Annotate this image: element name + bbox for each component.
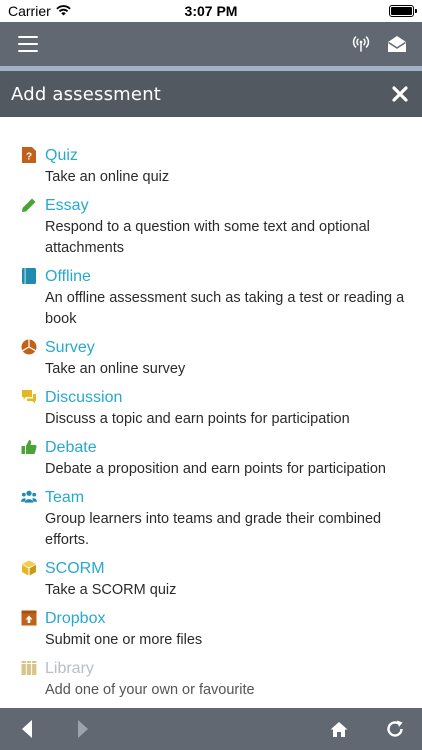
item-title[interactable]: Essay: [45, 195, 406, 217]
item-description: Discuss a topic and earn points for part…: [45, 411, 350, 427]
wifi-icon: [56, 3, 71, 19]
list-item-debate[interactable]: Debate Debate a proposition and earn poi…: [0, 437, 422, 480]
dropbox-icon: [21, 610, 37, 626]
back-arrow-icon[interactable]: [14, 716, 40, 742]
list-item-scorm[interactable]: SCORM Take a SCORM quiz: [0, 558, 422, 601]
status-bar: Carrier 3:07 PM: [0, 0, 422, 22]
item-description: Take an online survey: [45, 361, 186, 377]
chat-bubbles-icon: [21, 389, 37, 405]
item-description: Take a SCORM quiz: [45, 582, 177, 598]
item-title[interactable]: Debate: [45, 437, 406, 459]
list-item-essay[interactable]: Essay Respond to a question with some te…: [0, 195, 422, 259]
carrier-label: Carrier: [8, 3, 51, 19]
title-bar: Add assessment: [0, 71, 422, 117]
library-icon: [21, 660, 37, 676]
carrier-group: Carrier: [8, 3, 71, 19]
quiz-icon: ?: [21, 147, 37, 163]
signal-icon[interactable]: [350, 33, 372, 55]
page-title: Add assessment: [11, 83, 162, 105]
item-title[interactable]: Team: [45, 487, 406, 509]
header-actions: [350, 33, 408, 55]
list-item-dropbox[interactable]: Dropbox Submit one or more files: [0, 608, 422, 651]
bottom-toolbar: [0, 708, 422, 750]
assessment-list: ? Quiz Take an online quiz Essay Respond…: [0, 117, 422, 708]
close-icon[interactable]: [390, 84, 410, 104]
list-item-library[interactable]: Library Add one of your own or favourite: [0, 658, 422, 701]
thumbs-up-icon: [21, 439, 37, 455]
item-title[interactable]: Offline: [45, 266, 406, 288]
item-title[interactable]: SCORM: [45, 558, 406, 580]
battery-icon: [389, 5, 417, 17]
item-title[interactable]: Survey: [45, 337, 406, 359]
cube-icon: [21, 560, 37, 576]
item-description: Submit one or more files: [45, 632, 203, 648]
list-item-team[interactable]: Team Group learners into teams and grade…: [0, 487, 422, 551]
list-item-survey[interactable]: Survey Take an online survey: [0, 337, 422, 380]
item-description: Take an online quiz: [45, 169, 170, 185]
item-description: Debate a proposition and earn points for…: [45, 461, 386, 477]
app-header: [0, 22, 422, 66]
hamburger-icon[interactable]: [18, 36, 38, 52]
list-item-offline[interactable]: Offline An offline assessment such as ta…: [0, 266, 422, 330]
list-item-discussion[interactable]: Discussion Discuss a topic and earn poin…: [0, 387, 422, 430]
forward-arrow-icon[interactable]: [70, 716, 96, 742]
svg-text:?: ?: [26, 152, 32, 163]
item-description: An offline assessment such as taking a t…: [45, 290, 405, 327]
item-description: Add one of your own or favourite: [45, 682, 255, 698]
item-title[interactable]: Quiz: [45, 145, 406, 167]
team-icon: [21, 489, 37, 505]
item-description: Respond to a question with some text and…: [45, 219, 370, 256]
list-item-quiz[interactable]: ? Quiz Take an online quiz: [0, 145, 422, 188]
item-title[interactable]: Dropbox: [45, 608, 406, 630]
pencil-icon: [21, 197, 37, 213]
item-description: Group learners into teams and grade thei…: [45, 511, 382, 548]
item-title[interactable]: Discussion: [45, 387, 406, 409]
pie-chart-icon: [21, 339, 37, 355]
refresh-icon[interactable]: [382, 716, 408, 742]
book-icon: [21, 268, 37, 284]
mail-open-icon[interactable]: [386, 33, 408, 55]
item-title[interactable]: Library: [45, 658, 406, 680]
home-icon[interactable]: [326, 716, 352, 742]
